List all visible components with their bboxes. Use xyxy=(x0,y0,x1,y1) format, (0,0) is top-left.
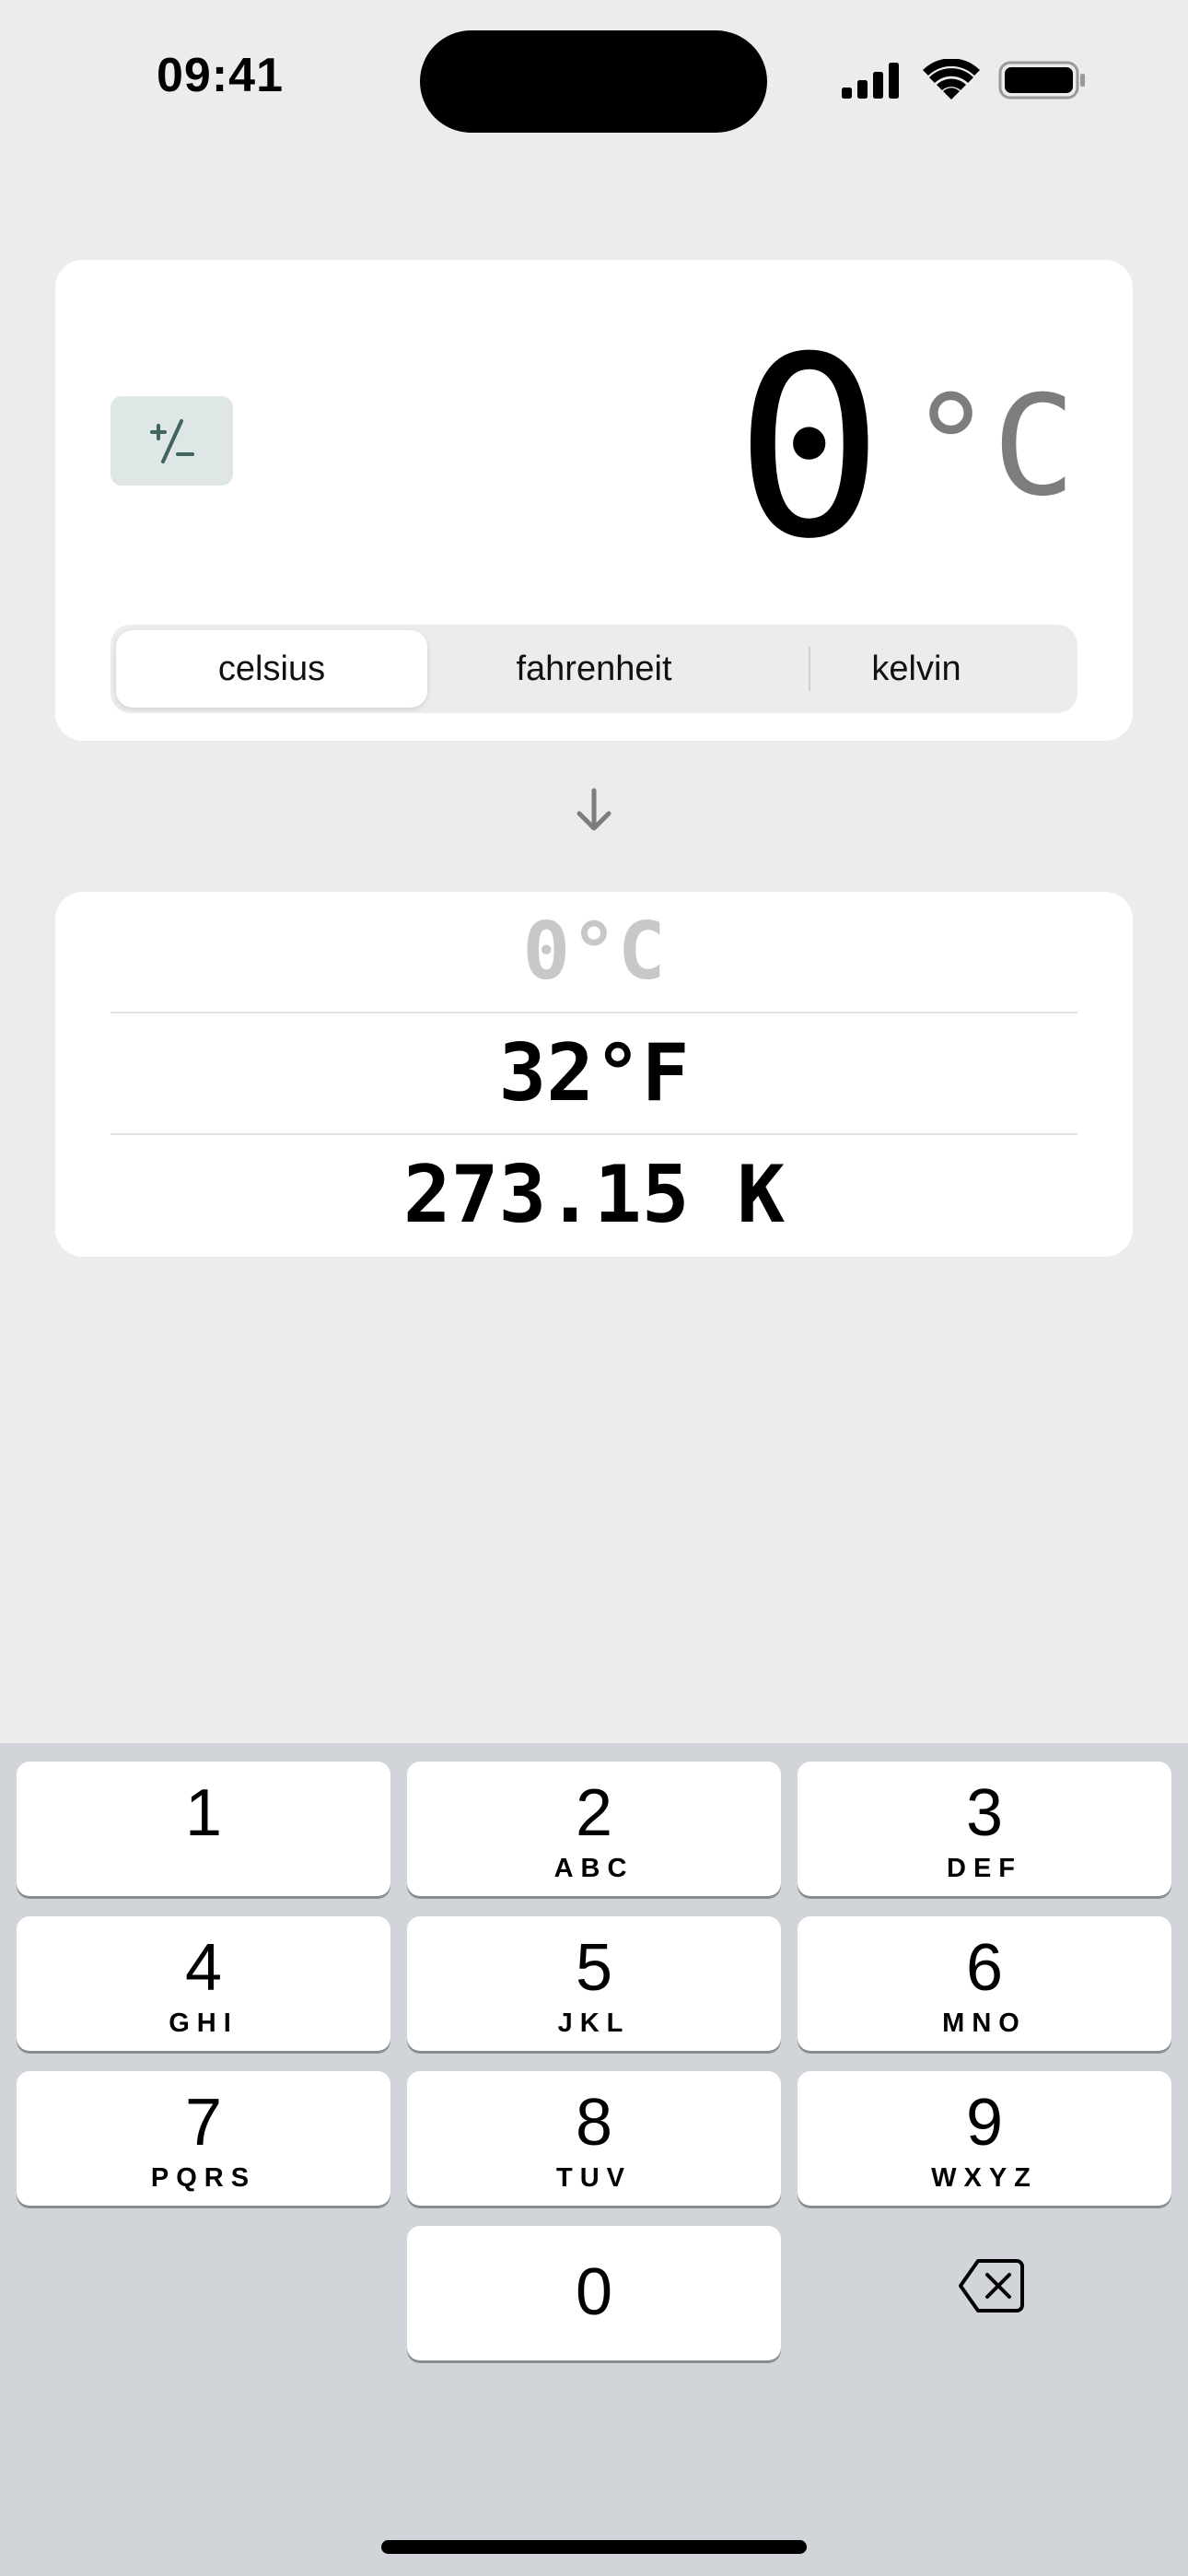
input-unit: °C xyxy=(909,367,1076,527)
home-indicator[interactable] xyxy=(381,2540,807,2554)
key-digit: 8 xyxy=(575,2086,613,2160)
key-digit: 9 xyxy=(965,2086,1004,2160)
result-celsius: 0°C xyxy=(522,906,666,998)
key-digit: 0 xyxy=(575,2255,613,2329)
wifi-icon xyxy=(923,59,980,100)
result-fahrenheit: 32°F xyxy=(498,1027,690,1119)
input-value: 0 xyxy=(734,303,884,593)
key-digit: 2 xyxy=(575,1776,613,1850)
key-digit: 5 xyxy=(575,1931,613,2005)
arrow-down-icon xyxy=(577,788,611,831)
key-5[interactable]: 5 JKL xyxy=(407,1916,781,2051)
key-4[interactable]: 4 GHI xyxy=(17,1916,390,2051)
unit-segmented-control: celsius fahrenheit kelvin xyxy=(111,625,1077,713)
plus-minus-icon xyxy=(149,418,194,463)
status-bar: 09:41 xyxy=(0,0,1188,157)
key-digit: 7 xyxy=(184,2086,223,2160)
key-8[interactable]: 8 TUV xyxy=(407,2071,781,2206)
key-letters: ABC xyxy=(553,1854,635,1883)
key-digit: 1 xyxy=(184,1776,223,1850)
result-kelvin: 273.15 K xyxy=(402,1149,786,1241)
key-letters: PQRS xyxy=(150,2163,257,2193)
input-card: +/− 0 °C celsius fahrenheit kelvin xyxy=(55,260,1133,741)
key-7[interactable]: 7 PQRS xyxy=(17,2071,390,2206)
key-letters: JKL xyxy=(557,2008,631,2038)
battery-icon xyxy=(998,61,1085,100)
sign-toggle-button[interactable]: +/− xyxy=(111,396,233,486)
key-2[interactable]: 2 ABC xyxy=(407,1762,781,1896)
key-letters: DEF xyxy=(947,1854,1022,1883)
key-6[interactable]: 6 MNO xyxy=(798,1916,1171,2051)
backspace-icon xyxy=(959,2259,1024,2313)
key-9[interactable]: 9 WXYZ xyxy=(798,2071,1171,2206)
segment-kelvin[interactable]: kelvin xyxy=(761,630,1072,708)
key-0[interactable]: 0 xyxy=(407,2226,781,2360)
cellular-signal-icon xyxy=(842,63,899,99)
status-time: 09:41 xyxy=(157,49,284,102)
key-letters: MNO xyxy=(942,2008,1027,2038)
dynamic-island xyxy=(420,30,767,133)
key-letters: WXYZ xyxy=(931,2163,1038,2193)
key-digit: 6 xyxy=(965,1931,1004,2005)
key-letters: GHI xyxy=(169,2008,239,2038)
key-digit: 4 xyxy=(184,1931,223,2005)
key-1[interactable]: 1 xyxy=(17,1762,390,1896)
key-digit: 3 xyxy=(965,1776,1004,1850)
results-card: 0°C 32°F 273.15 K xyxy=(55,892,1133,1257)
backspace-button[interactable] xyxy=(958,2257,1026,2314)
segment-fahrenheit[interactable]: fahrenheit xyxy=(438,630,750,708)
key-3[interactable]: 3 DEF xyxy=(798,1762,1171,1896)
segment-celsius[interactable]: celsius xyxy=(116,630,427,708)
key-letters: TUV xyxy=(556,2163,632,2193)
